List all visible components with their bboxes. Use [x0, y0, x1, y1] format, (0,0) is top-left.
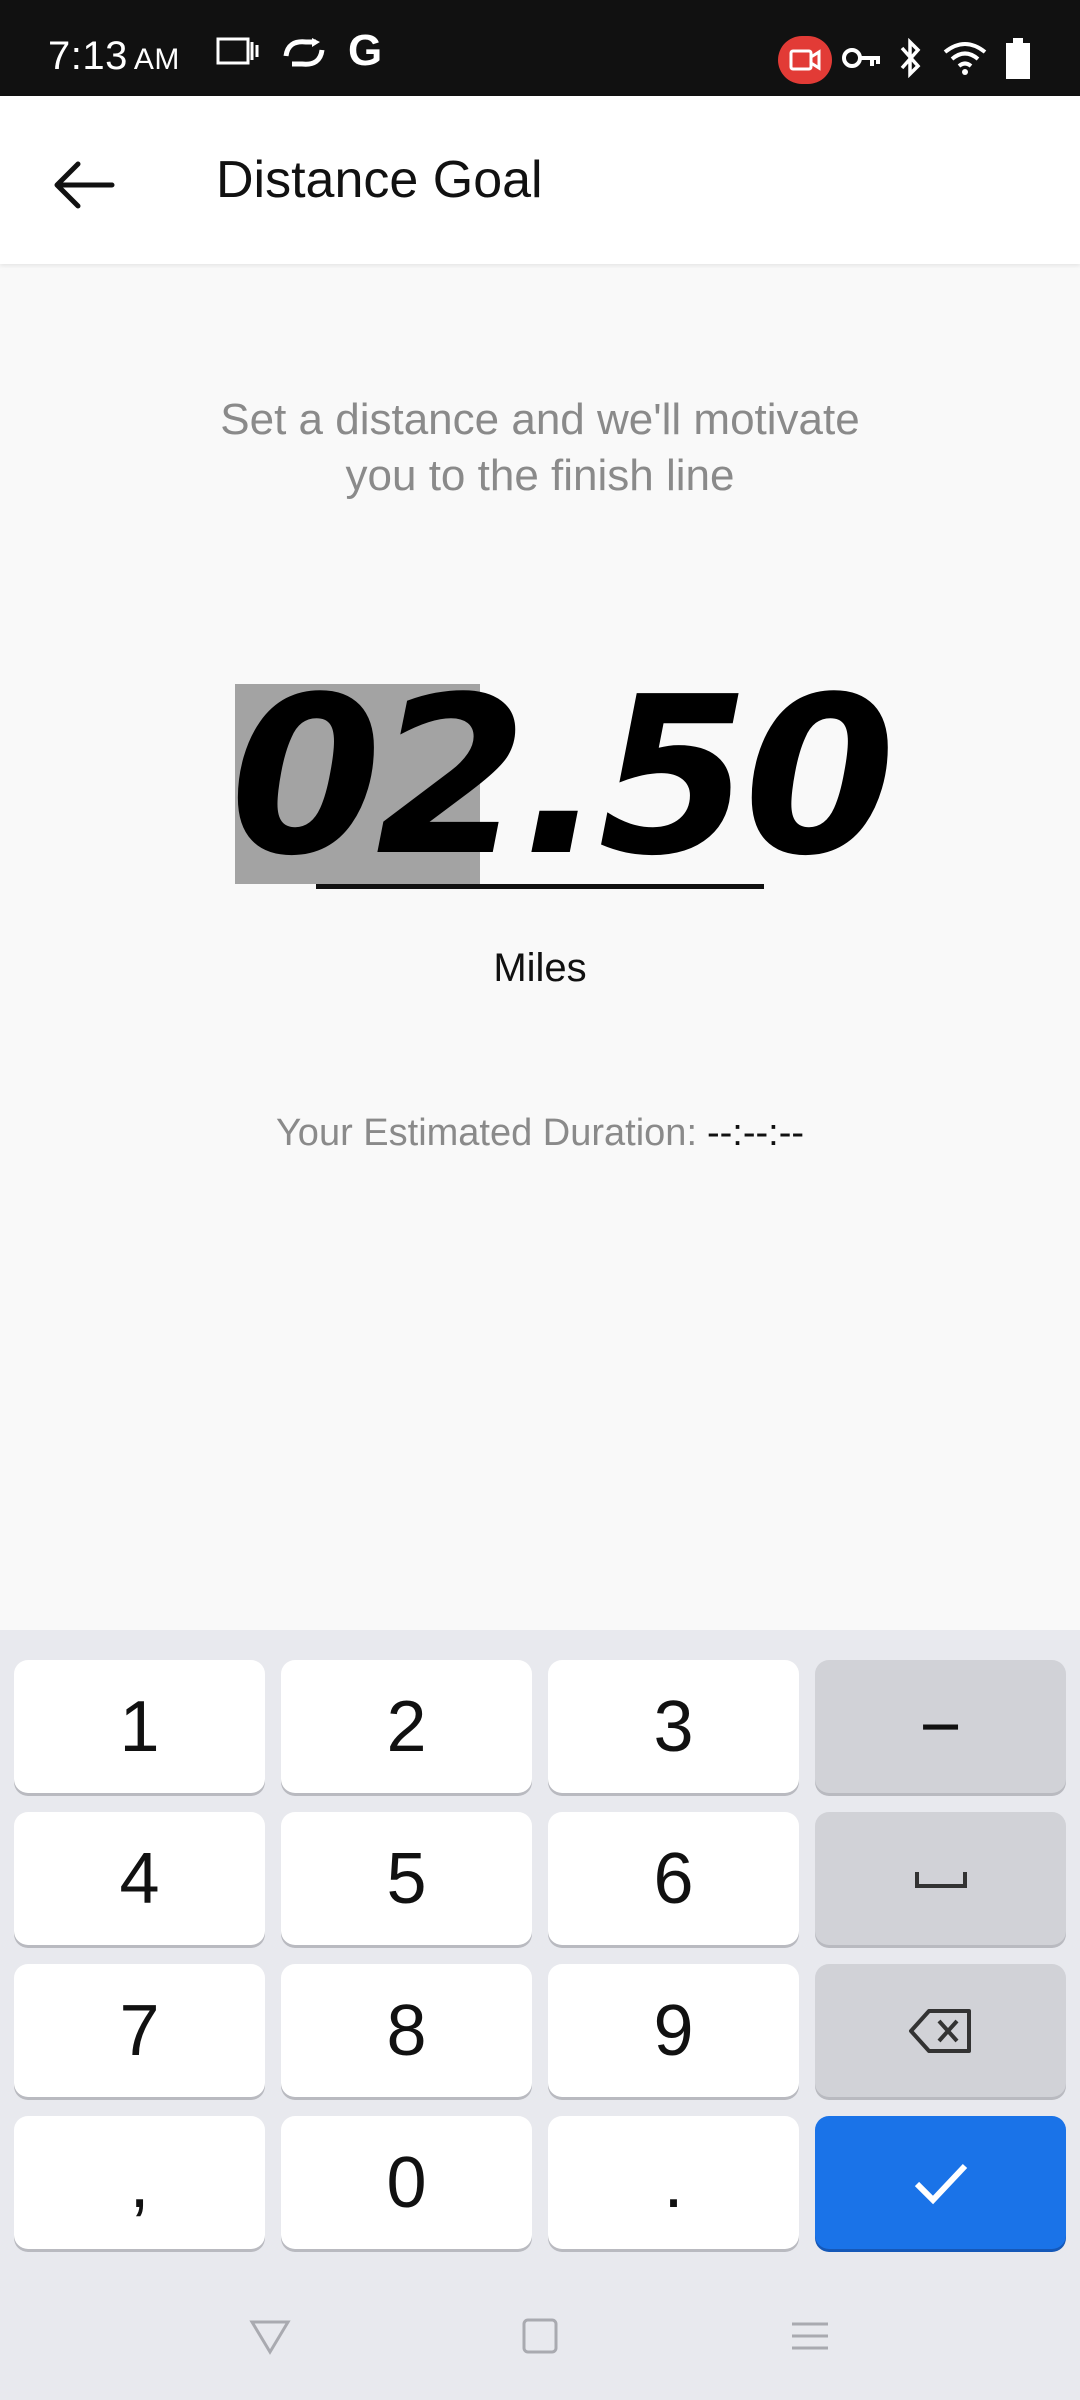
key-comma[interactable]: ,	[14, 2116, 265, 2249]
key-3[interactable]: 3	[548, 1660, 799, 1793]
key-backspace[interactable]	[815, 1964, 1066, 2097]
key-2[interactable]: 2	[281, 1660, 532, 1793]
page-title: Distance Goal	[216, 151, 543, 209]
key-8[interactable]: 8	[281, 1964, 532, 2097]
screen-cast-icon	[216, 37, 259, 65]
checkmark-icon	[914, 2163, 967, 2204]
key-6[interactable]: 6	[548, 1812, 799, 1945]
distance-rest-part: .50	[521, 651, 895, 904]
space-icon	[914, 1871, 967, 1888]
goal-subtitle: Set a distance and we'll motivate you to…	[140, 392, 940, 504]
bluetooth-icon	[900, 38, 921, 78]
subtitle-line-1: Set a distance and we'll motivate	[220, 395, 860, 444]
key-0[interactable]: 0	[281, 2116, 532, 2249]
key-9[interactable]: 9	[548, 1964, 799, 2097]
key-period[interactable]: .	[548, 2116, 799, 2249]
sync-icon	[283, 38, 325, 67]
distance-value[interactable]: 02.50	[230, 668, 896, 888]
estimated-duration: Your Estimated Duration: --:--:--	[0, 1112, 1080, 1155]
duration-value: --:--:--	[707, 1112, 805, 1154]
distance-selected-part: 02	[230, 651, 527, 904]
time-text: 7:13	[48, 34, 128, 78]
key-1[interactable]: 1	[14, 1660, 265, 1793]
vpn-key-icon	[842, 48, 880, 68]
google-g-icon: G	[348, 26, 383, 75]
key-5[interactable]: 5	[281, 1812, 532, 1945]
duration-label: Your Estimated Duration:	[275, 1112, 697, 1154]
distance-input[interactable]: 02.50	[230, 668, 896, 900]
key-space[interactable]	[815, 1812, 1066, 1945]
menu-lines-icon[interactable]	[788, 2316, 832, 2356]
key-7[interactable]: 7	[14, 1964, 265, 2097]
system-nav-bar	[0, 2262, 1080, 2400]
backspace-icon	[908, 2008, 971, 2053]
battery-icon	[1006, 38, 1030, 79]
screen-record-icon	[778, 36, 832, 84]
arrow-left-icon	[54, 161, 115, 209]
back-button[interactable]	[40, 140, 130, 230]
ampm-text: AM	[133, 43, 180, 76]
unit-label: Miles	[493, 946, 587, 990]
key-minus[interactable]: −	[815, 1660, 1066, 1793]
home-square-icon[interactable]	[520, 2316, 560, 2356]
subtitle-line-2: you to the finish line	[345, 451, 735, 500]
app-bar: Distance Goal	[0, 96, 1080, 264]
back-triangle-icon[interactable]	[248, 2316, 292, 2356]
distance-underline	[316, 884, 764, 889]
wifi-icon	[943, 42, 987, 75]
key-4[interactable]: 4	[14, 1812, 265, 1945]
status-bar: 7:13 AM G	[0, 0, 1080, 96]
status-time: 7:13 AM	[48, 34, 180, 79]
key-done[interactable]	[815, 2116, 1066, 2249]
